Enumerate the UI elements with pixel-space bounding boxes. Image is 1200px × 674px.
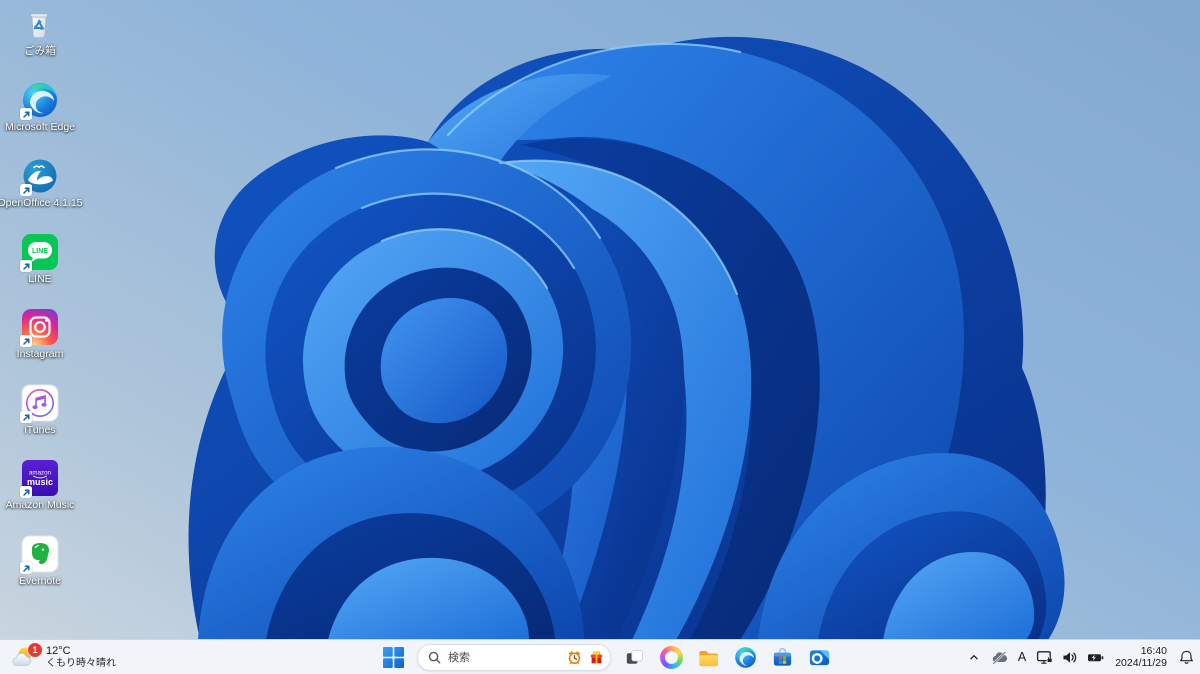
search-placeholder: 検索 bbox=[448, 652, 470, 664]
desktop-icon-amazon-music[interactable]: amazon music Amazon Music bbox=[2, 459, 78, 511]
network-tray-button[interactable] bbox=[1035, 649, 1053, 666]
desktop-icon-label: LINE bbox=[28, 273, 52, 285]
weather-widget[interactable]: 1 12°C くもり時々晴れ bbox=[2, 640, 125, 674]
volume-tray-button[interactable] bbox=[1061, 649, 1079, 666]
windows-desktop: ごみ箱 Microsoft Edge OpenOffice 4.1.15 LIN… bbox=[0, 0, 1200, 674]
desktop-icon-label: OpenOffice 4.1.15 bbox=[0, 197, 83, 209]
search-icon bbox=[428, 651, 441, 663]
edge-icon bbox=[735, 646, 756, 668]
speaker-icon bbox=[1063, 651, 1077, 663]
microsoft-store-icon bbox=[773, 647, 792, 666]
alarm-clock-icon bbox=[568, 650, 581, 664]
taskbar: 1 12°C くもり時々晴れ 検索 A 16:40 2024/11/29 bbox=[0, 639, 1200, 674]
desktop-icon-instagram[interactable]: Instagram bbox=[2, 308, 78, 360]
onedrive-cloud-icon bbox=[992, 650, 1008, 665]
desktop-icon-label: Amazon Music bbox=[5, 499, 75, 511]
copilot-icon bbox=[660, 645, 683, 669]
weather-condition: くもり時々晴れ bbox=[46, 657, 116, 669]
chevron-up-icon bbox=[970, 655, 978, 660]
ime-mode-indicator[interactable]: A bbox=[1017, 650, 1027, 664]
desktop-icon-openoffice[interactable]: OpenOffice 4.1.15 bbox=[0, 157, 83, 209]
shortcut-arrow-badge bbox=[20, 486, 32, 498]
recycle-bin-icon bbox=[30, 13, 48, 39]
task-view-icon bbox=[626, 649, 643, 664]
outlook-icon bbox=[809, 649, 830, 665]
outlook-button[interactable] bbox=[806, 644, 833, 671]
task-view-button[interactable] bbox=[621, 644, 648, 671]
desktop-icon-label: Instagram bbox=[16, 348, 64, 360]
copilot-button[interactable] bbox=[658, 644, 685, 671]
wallpaper-bloom bbox=[188, 36, 1065, 640]
windows-logo-icon bbox=[383, 646, 404, 668]
desktop-icon-recycle-bin[interactable]: ごみ箱 bbox=[2, 5, 78, 57]
network-display-icon bbox=[1036, 651, 1053, 664]
desktop-icon-grid: ごみ箱 Microsoft Edge OpenOffice 4.1.15 LIN… bbox=[0, 0, 83, 640]
shortcut-arrow-badge bbox=[20, 184, 32, 196]
bell-icon bbox=[1179, 650, 1193, 664]
start-button[interactable] bbox=[380, 644, 407, 671]
tray-time: 16:40 bbox=[1140, 644, 1167, 657]
desktop-icon-label: Microsoft Edge bbox=[4, 121, 76, 133]
taskbar-center: 検索 bbox=[380, 640, 833, 674]
clock[interactable]: 16:40 2024/11/29 bbox=[1113, 645, 1169, 670]
desktop-icon-label: ごみ箱 bbox=[24, 45, 56, 57]
hidden-icons-chevron[interactable] bbox=[965, 649, 983, 666]
shortcut-arrow-badge bbox=[20, 562, 32, 574]
svg-text:LINE: LINE bbox=[32, 248, 48, 255]
desktop-icon-evernote[interactable]: Evernote bbox=[2, 535, 78, 587]
file-explorer-button[interactable] bbox=[695, 644, 722, 671]
weather-temperature: 12°C bbox=[46, 644, 71, 657]
shortcut-arrow-badge bbox=[20, 260, 32, 272]
desktop-icon-line[interactable]: LINE LINE bbox=[2, 233, 78, 285]
microsoft-store-button[interactable] bbox=[769, 644, 796, 671]
notification-center-button[interactable] bbox=[1177, 649, 1195, 666]
battery-charging-icon bbox=[1088, 653, 1104, 661]
weather-notification-badge: 1 bbox=[27, 642, 43, 658]
desktop-icon-microsoft-edge[interactable]: Microsoft Edge bbox=[2, 81, 78, 133]
svg-text:amazon: amazon bbox=[29, 470, 52, 477]
shortcut-arrow-badge bbox=[20, 108, 32, 120]
search-box[interactable]: 検索 bbox=[417, 643, 611, 671]
tray-date: 2024/11/29 bbox=[1115, 657, 1167, 669]
edge-taskbar-button[interactable] bbox=[732, 644, 759, 671]
onedrive-tray-button[interactable] bbox=[991, 649, 1009, 666]
file-explorer-icon bbox=[699, 650, 718, 666]
desktop-icon-label: iTunes bbox=[24, 424, 56, 436]
system-tray: A 16:40 2024/11/29 bbox=[965, 640, 1195, 674]
gift-icon bbox=[590, 650, 603, 663]
battery-tray-button[interactable] bbox=[1087, 649, 1105, 666]
desktop-icon-label: Evernote bbox=[18, 575, 62, 587]
shortcut-arrow-badge bbox=[20, 411, 32, 423]
shortcut-arrow-badge bbox=[20, 335, 32, 347]
desktop-icon-itunes[interactable]: iTunes bbox=[2, 384, 78, 436]
